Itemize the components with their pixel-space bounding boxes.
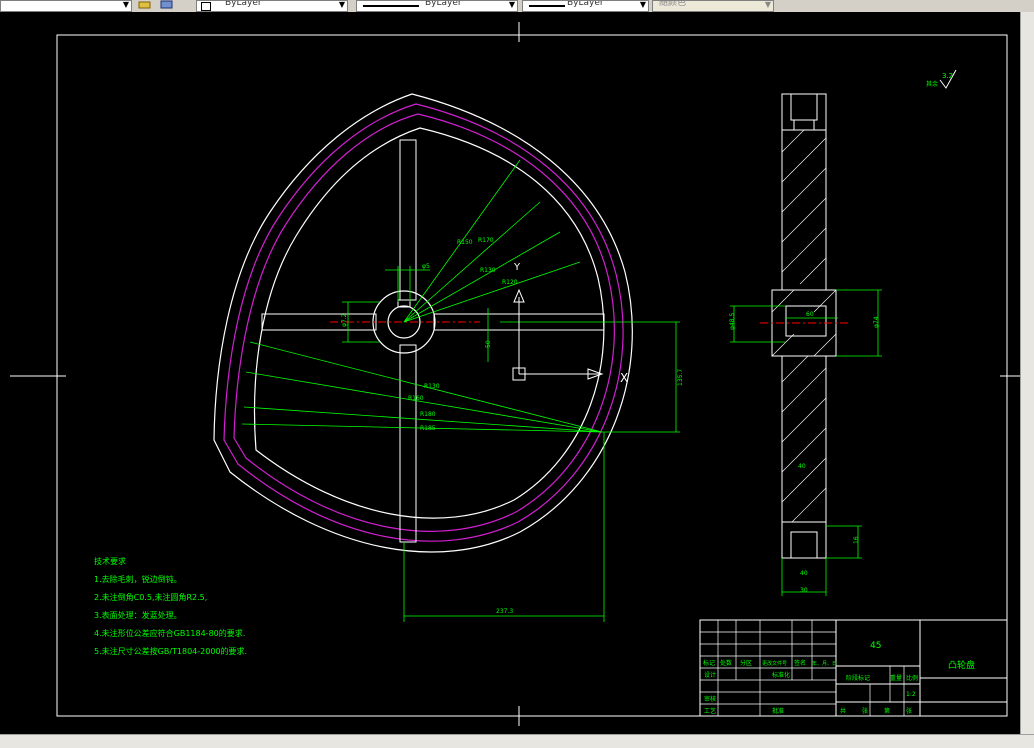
dim-r8: R185 <box>420 425 436 432</box>
dim-width: 237.3 <box>496 608 513 615</box>
dim-r4: R120 <box>502 279 518 286</box>
tech-requirements: 技术要求 1.去除毛刺，锐边倒钝。 2.未注倒角C0.5,未注圆角R2.5, 3… <box>94 556 247 656</box>
title-sheet-no: 第 <box>884 707 890 715</box>
tech-item-4: 4.未注形位公差应符合GB1184-80的要求. <box>94 628 245 638</box>
surface-finish-note: 其余 <box>926 80 938 88</box>
dim-r3: R130 <box>480 267 496 274</box>
tech-item-2: 2.未注倒角C0.5,未注圆角R2.5, <box>94 592 207 602</box>
layer-previous-icon[interactable] <box>160 0 174 10</box>
title-sheets-unit: 张 <box>862 707 868 715</box>
dim-side-hub-w: φ74 <box>873 316 880 328</box>
lineweight-preview-icon <box>529 5 565 7</box>
title-sheets-total: 共 <box>840 707 846 715</box>
color-combo[interactable]: ByLayer ▼ <box>196 0 348 12</box>
svg-text:X: X <box>620 371 628 385</box>
lineweight-combo[interactable]: ByLayer ▼ <box>522 0 649 12</box>
lineweight-combo-value: ByLayer <box>567 0 604 8</box>
dim-side-hub: φ48.5 <box>729 313 736 331</box>
title-label-sign: 签名 <box>794 659 806 667</box>
dim-r1: R150 <box>457 239 473 246</box>
layer-make-current-icon[interactable] <box>138 0 152 10</box>
title-scale: 1:2 <box>906 691 916 698</box>
chevron-down-icon[interactable]: ▼ <box>509 1 515 9</box>
plotstyle-combo-value: 随颜色 <box>659 0 687 8</box>
title-label-zone: 分区 <box>740 659 752 667</box>
dim-side-small: 16 <box>853 536 860 544</box>
title-row-std: 标准化 <box>772 671 790 679</box>
title-row-design: 设计 <box>704 671 716 679</box>
tech-title: 技术要求 <box>94 556 126 566</box>
color-swatch-icon <box>201 2 211 11</box>
title-ratio: 比例 <box>906 674 918 682</box>
title-label-date: 年、月、日 <box>812 660 837 667</box>
cam-side-view: φ48.5 φ74 60 40 40 16 30 <box>729 93 882 596</box>
drawing-border <box>56 34 1008 717</box>
plotstyle-combo[interactable]: 随颜色 ▼ <box>652 0 774 12</box>
drawing-svg: 3.2 其余 R150 R170 R130 R120 R130 R160 R18… <box>10 22 1020 726</box>
tech-item-3: 3.表面处理：发蓝处理。 <box>94 610 182 620</box>
dim-side-bottom2: 30 <box>800 587 808 594</box>
dim-side-mid: 40 <box>798 463 806 470</box>
dim-side-hub-len: 60 <box>806 311 814 318</box>
title-label-doc: 更改文件号 <box>762 660 787 667</box>
dim-hub-dia: φ7.2 <box>341 313 348 327</box>
linetype-preview-icon <box>363 5 419 7</box>
dim-bore-dia: φ5 <box>422 263 430 270</box>
title-row-process: 工艺 <box>704 707 716 715</box>
layer-combo[interactable]: ▼ <box>0 0 132 12</box>
title-label-count: 处数 <box>720 659 732 667</box>
vertical-scrollbar[interactable] <box>1020 12 1034 734</box>
title-block: 45 凸轮盘 1:2 标记 处数 分区 更改文件号 签名 年、月、日 设计 标准… <box>699 619 1008 717</box>
dim-r6: R160 <box>408 395 424 402</box>
dim-r2: R170 <box>478 237 494 244</box>
title-part-name: 凸轮盘 <box>948 659 975 671</box>
drawing-canvas[interactable]: 3.2 其余 R150 R170 R130 R120 R130 R160 R18… <box>0 12 1020 734</box>
dim-r7: R180 <box>420 411 436 418</box>
surface-finish-symbol: 3.2 其余 <box>926 69 957 89</box>
chevron-down-icon[interactable]: ▼ <box>339 1 345 9</box>
cam-front-view: R150 R170 R130 R120 R130 R160 R180 R185 … <box>213 93 684 622</box>
title-row-approve: 批准 <box>772 707 784 715</box>
title-sheet-unit: 张 <box>906 707 912 715</box>
chevron-down-icon[interactable]: ▼ <box>123 1 129 9</box>
tech-item-1: 1.去除毛刺，锐边倒钝。 <box>94 574 182 584</box>
dim-offset: 50 <box>485 340 492 348</box>
svg-text:Y: Y <box>513 262 521 273</box>
surface-finish-value: 3.2 <box>942 72 953 80</box>
title-label-mark: 标记 <box>703 659 715 667</box>
tech-item-5: 5.未注尺寸公差按GB/T1804-2000的要求. <box>94 646 247 656</box>
chevron-down-icon[interactable]: ▼ <box>765 1 771 9</box>
dim-side-bottom: 40 <box>800 570 808 577</box>
linetype-combo-value: ByLayer <box>425 0 462 8</box>
chevron-down-icon[interactable]: ▼ <box>640 1 646 9</box>
title-stage-mark: 阶段标记 <box>846 674 870 682</box>
title-material: 45 <box>870 641 881 651</box>
title-row-check: 审核 <box>704 695 716 703</box>
horizontal-scrollbar[interactable] <box>0 734 1034 748</box>
dim-height: 135.7 <box>677 369 684 386</box>
linetype-combo[interactable]: ByLayer ▼ <box>356 0 518 12</box>
dim-r5: R130 <box>424 383 440 390</box>
color-combo-value: ByLayer <box>225 0 262 8</box>
title-weight: 重量 <box>890 674 902 682</box>
